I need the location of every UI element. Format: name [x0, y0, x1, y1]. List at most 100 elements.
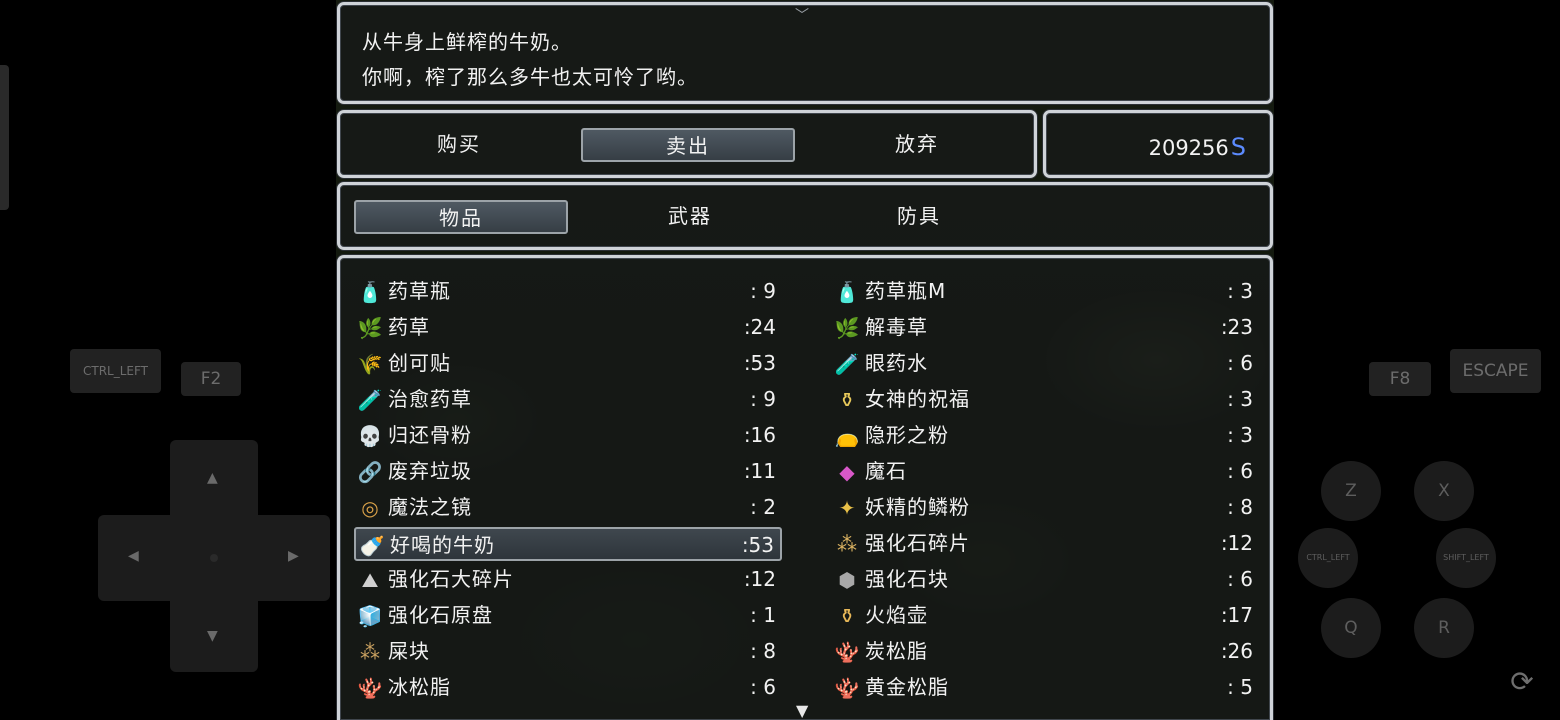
inventory-item[interactable]: 🧪 治愈药草 : 9: [354, 383, 782, 417]
inventory-item-name: 强化石块: [865, 567, 949, 591]
inventory-item[interactable]: ⚱ 女神的祝福: 3: [831, 383, 1259, 417]
inventory-item[interactable]: 💀 归还骨粉:16: [354, 419, 782, 453]
inventory-item[interactable]: ⁂ 屎块: 8: [354, 635, 782, 669]
stone-fragment-icon: ⁂: [837, 532, 857, 556]
tab-armor[interactable]: 防具: [812, 200, 1026, 234]
inventory-item-quantity: : 3: [1227, 279, 1253, 303]
potion-bottle-icon: 🧴: [357, 280, 383, 304]
skull-icon: 💀: [357, 424, 383, 448]
inventory-item-quantity: :26: [1220, 639, 1253, 663]
inventory-item[interactable]: ✦ 妖精的鳞粉: 8: [831, 491, 1259, 525]
inventory-item-quantity: : 6: [1227, 567, 1253, 591]
inventory-item[interactable]: 🧪 眼药水: 6: [831, 347, 1259, 381]
buy-button[interactable]: 购买: [352, 128, 566, 162]
gold-resin-icon: 🪸: [834, 676, 860, 700]
inventory-item[interactable]: 🪸 冰松脂: 6: [354, 671, 782, 705]
inventory-item-name: 冰松脂: [388, 675, 451, 699]
magic-mirror-icon: ◎: [361, 496, 379, 520]
antidote-herb-icon: 🌿: [834, 316, 860, 340]
gold-amount: 209256: [1148, 136, 1229, 160]
dpad-down-icon[interactable]: ▼: [207, 628, 218, 644]
escape-key[interactable]: ESCAPE: [1450, 349, 1541, 393]
fairy-dust-icon: ✦: [838, 496, 856, 520]
inventory-item-name: 解毒草: [865, 315, 928, 339]
dpad-left-icon[interactable]: ◀: [128, 548, 139, 564]
chevron-down-icon: ﹀: [795, 8, 809, 24]
inventory-item-quantity: :16: [743, 423, 776, 447]
dung-icon: ⁂: [360, 640, 380, 664]
inventory-item-quantity: : 9: [750, 279, 776, 303]
x-button[interactable]: X: [1414, 461, 1474, 521]
inventory-item-name: 魔法之镜: [388, 495, 472, 519]
inventory-item[interactable]: ⛰ 强化石大碎片:12: [354, 563, 782, 597]
gold-unit: S: [1230, 133, 1246, 161]
tab-weapons[interactable]: 武器: [583, 200, 797, 234]
inventory-item-name: 眼药水: [865, 351, 928, 375]
inventory-item-name: 好喝的牛奶: [390, 533, 495, 557]
inventory-item[interactable]: ⚱ 火焰壶:17: [831, 599, 1259, 633]
q-button[interactable]: Q: [1321, 598, 1381, 658]
inventory-item-name: 强化石原盘: [388, 603, 493, 627]
inventory-item-name: 药草: [388, 315, 430, 339]
inventory-item-name: 创可贴: [388, 351, 451, 375]
inventory-item-quantity: :53: [743, 351, 776, 375]
inventory-item-quantity: :17: [1220, 603, 1253, 627]
inventory-item-name: 强化石大碎片: [388, 567, 514, 591]
cancel-button[interactable]: 放弃: [810, 128, 1024, 162]
gold-display: 209256S: [1149, 131, 1246, 164]
tab-items[interactable]: 物品: [354, 200, 568, 234]
dpad-right-icon[interactable]: ▶: [288, 548, 299, 564]
f2-key[interactable]: F2: [181, 362, 241, 396]
refresh-icon[interactable]: ⟳: [1506, 666, 1538, 698]
side-drawer-handle[interactable]: [0, 65, 9, 210]
inventory-item[interactable]: 🌿 解毒草:23: [831, 311, 1259, 345]
inventory-item-name: 治愈药草: [388, 387, 472, 411]
dpad-center: [210, 554, 218, 562]
inventory-item[interactable]: 🧊 强化石原盘: 1: [354, 599, 782, 633]
inventory-item-name: 魔石: [865, 459, 907, 483]
inventory-item-quantity: : 3: [1227, 387, 1253, 411]
inventory-list-window: ▼ 🧴 药草瓶: 9 🧴 药草瓶M: 3 🌿 药草:24 🌿 解毒草:23 🌾 创可贴:53 🧪 眼药…: [337, 255, 1273, 720]
inventory-item[interactable]: ⬢ 强化石块: 6: [831, 563, 1259, 597]
healing-herb-icon: 🧪: [357, 388, 383, 412]
inventory-item[interactable]: 🔗 废弃垃圾:11: [354, 455, 782, 489]
inventory-item[interactable]: 🪸 黄金松脂: 5: [831, 671, 1259, 705]
inventory-item-quantity: :11: [743, 459, 776, 483]
inventory-item-name: 黄金松脂: [865, 675, 949, 699]
dpad[interactable]: ▲ ▼ ◀ ▶: [98, 440, 330, 672]
herb-icon: 🌿: [357, 316, 383, 340]
inventory-item[interactable]: 🪸 炭松脂:26: [831, 635, 1259, 669]
ctrl-left-key[interactable]: CTRL_LEFT: [70, 349, 161, 393]
inventory-item[interactable]: 👝 隐形之粉: 3: [831, 419, 1259, 453]
eyedrops-icon: 🧪: [834, 352, 860, 376]
shift-left-button[interactable]: SHIFT_LEFT: [1436, 528, 1496, 588]
inventory-item-quantity: : 3: [1227, 423, 1253, 447]
inventory-item[interactable]: ◎ 魔法之镜: 2: [354, 491, 782, 525]
inventory-item[interactable]: 🍼 好喝的牛奶 :53: [354, 527, 782, 561]
r-button[interactable]: R: [1414, 598, 1474, 658]
inventory-item[interactable]: 🧴 药草瓶M: 3: [831, 275, 1259, 309]
sell-button[interactable]: 卖出: [581, 128, 795, 162]
junk-icon: 🔗: [357, 460, 383, 484]
scroll-down-arrow-icon[interactable]: ▼: [796, 701, 808, 720]
bandage-icon: 🌾: [357, 352, 383, 376]
inventory-item[interactable]: 🌾 创可贴 :53: [354, 347, 782, 381]
milk-bottle-icon: 🍼: [359, 534, 385, 558]
inventory-item[interactable]: ◆ 魔石: 6: [831, 455, 1259, 489]
f8-key[interactable]: F8: [1369, 362, 1431, 396]
inventory-item-quantity: :12: [1220, 531, 1253, 555]
z-button[interactable]: Z: [1321, 461, 1381, 521]
inventory-item-quantity: :53: [741, 533, 774, 557]
potion-bottle-m-icon: 🧴: [834, 280, 860, 304]
powder-pouch-icon: 👝: [834, 424, 860, 448]
inventory-item[interactable]: 🌿 药草:24: [354, 311, 782, 345]
inventory-item-quantity: : 6: [750, 675, 776, 699]
dpad-up-icon[interactable]: ▲: [207, 470, 218, 486]
inventory-item-quantity: : 9: [750, 387, 776, 411]
ctrl-left-round-button[interactable]: CTRL_LEFT: [1298, 528, 1358, 588]
inventory-item[interactable]: ⁂ 强化石碎片:12: [831, 527, 1259, 561]
inventory-item-name: 炭松脂: [865, 639, 928, 663]
inventory-item[interactable]: 🧴 药草瓶: 9: [354, 275, 782, 309]
fire-pot-icon: ⚱: [838, 604, 856, 628]
large-stone-fragment-icon: ⛰: [361, 568, 379, 592]
